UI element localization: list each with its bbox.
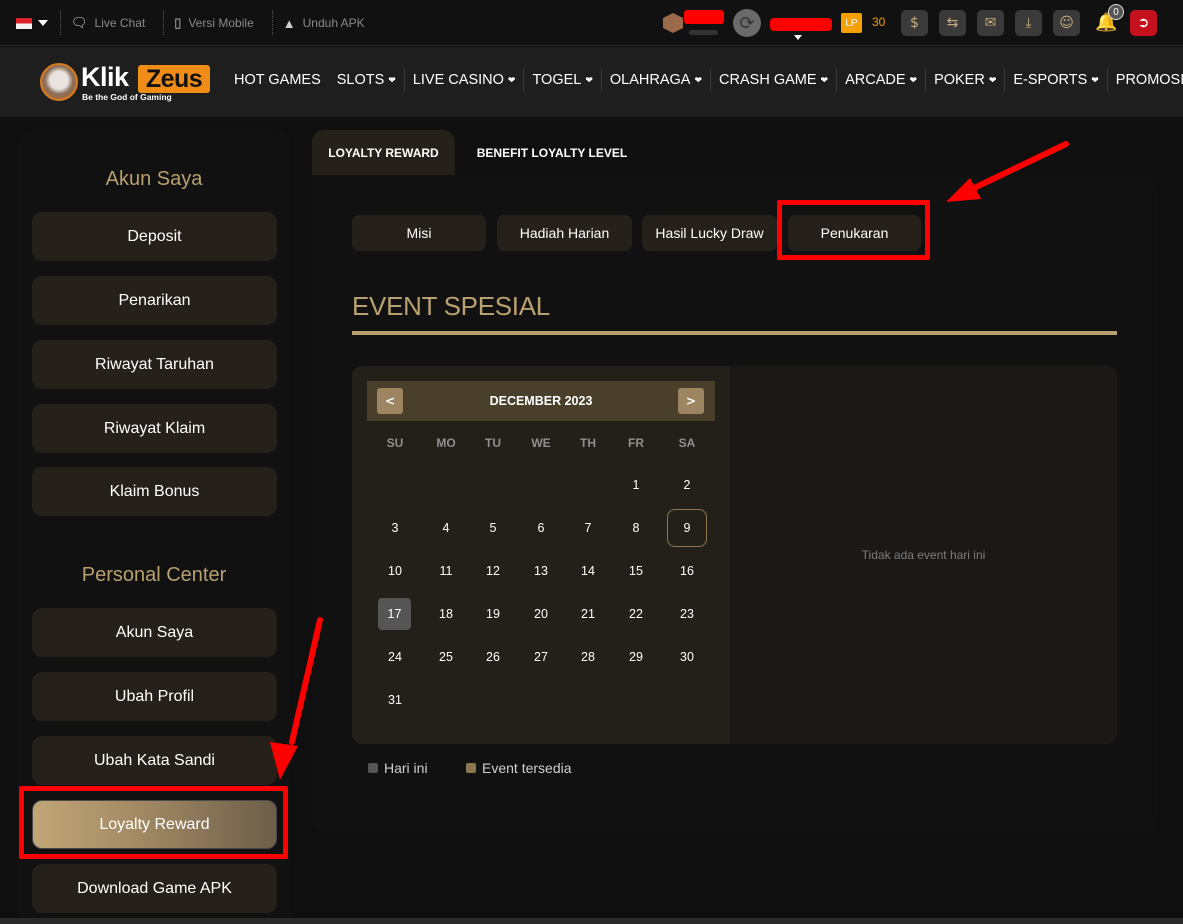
page-bottom-strip xyxy=(0,918,1183,924)
annotation-arrows xyxy=(270,141,1069,780)
annotation-arrow-icon xyxy=(946,141,1069,202)
annotation-arrow-icon xyxy=(270,617,323,780)
